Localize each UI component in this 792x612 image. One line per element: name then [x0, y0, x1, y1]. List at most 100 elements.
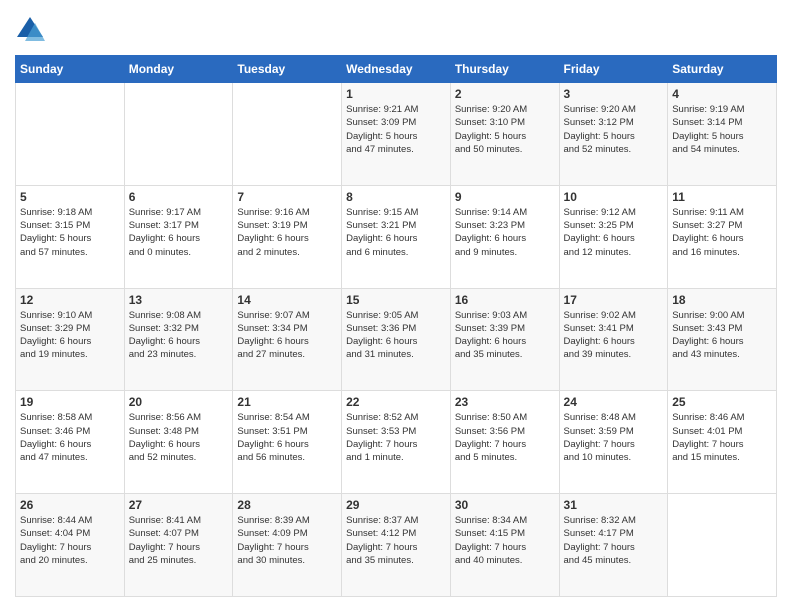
day-number: 31: [564, 498, 664, 512]
calendar-cell: 11 Sunrise: 9:11 AM Sunset: 3:27 PM Dayli…: [668, 185, 777, 288]
weekday-header: Sunday: [16, 56, 125, 83]
day-info: Sunrise: 8:58 AM Sunset: 3:46 PM Dayligh…: [20, 411, 120, 464]
day-number: 23: [455, 395, 555, 409]
calendar-cell: 7Sunrise: 9:16 AM Sunset: 3:19 PM Daylig…: [233, 185, 342, 288]
day-info: Sunrise: 8:37 AM Sunset: 4:12 PM Dayligh…: [346, 514, 446, 567]
calendar-cell: [16, 83, 125, 186]
calendar-cell: 15 Sunrise: 9:05 AM Sunset: 3:36 PM Dayli…: [342, 288, 451, 391]
day-number: 8: [346, 190, 446, 204]
day-info: Sunrise: 9:18 AM Sunset: 3:15 PM Dayligh…: [20, 206, 120, 259]
day-number: 15: [346, 293, 446, 307]
day-number: 13: [129, 293, 229, 307]
day-info: Sunrise: 9:15 AM Sunset: 3:21 PM Dayligh…: [346, 206, 446, 259]
day-number: 16: [455, 293, 555, 307]
calendar-table: SundayMondayTuesdayWednesdayThursdayFrid…: [15, 55, 777, 597]
logo-icon: [15, 15, 45, 45]
calendar-cell: 13 Sunrise: 9:08 AM Sunset: 3:32 PM Dayli…: [124, 288, 233, 391]
day-info: Sunrise: 9:10 AM Sunset: 3:29 PM Dayligh…: [20, 309, 120, 362]
calendar-cell: 23 Sunrise: 8:50 AM Sunset: 3:56 PM Dayli…: [450, 391, 559, 494]
day-info: Sunrise: 9:05 AM Sunset: 3:36 PM Dayligh…: [346, 309, 446, 362]
day-info: Sunrise: 9:20 AM Sunset: 3:12 PM Dayligh…: [564, 103, 664, 156]
page: SundayMondayTuesdayWednesdayThursdayFrid…: [0, 0, 792, 612]
day-number: 20: [129, 395, 229, 409]
weekday-row: SundayMondayTuesdayWednesdayThursdayFrid…: [16, 56, 777, 83]
calendar-cell: 25 Sunrise: 8:46 AM Sunset: 4:01 PM Dayli…: [668, 391, 777, 494]
calendar-cell: 8 Sunrise: 9:15 AM Sunset: 3:21 PM Daylig…: [342, 185, 451, 288]
calendar-cell: 27 Sunrise: 8:41 AM Sunset: 4:07 PM Dayli…: [124, 494, 233, 597]
calendar-cell: 24 Sunrise: 8:48 AM Sunset: 3:59 PM Dayli…: [559, 391, 668, 494]
day-info: Sunrise: 9:20 AM Sunset: 3:10 PM Dayligh…: [455, 103, 555, 156]
day-info: Sunrise: 8:52 AM Sunset: 3:53 PM Dayligh…: [346, 411, 446, 464]
calendar-cell: 20Sunrise: 8:56 AM Sunset: 3:48 PM Dayli…: [124, 391, 233, 494]
weekday-header: Monday: [124, 56, 233, 83]
logo: [15, 15, 49, 45]
day-info: Sunrise: 8:39 AM Sunset: 4:09 PM Dayligh…: [237, 514, 337, 567]
calendar-cell: 31Sunrise: 8:32 AM Sunset: 4:17 PM Dayli…: [559, 494, 668, 597]
calendar-cell: 1 Sunrise: 9:21 AM Sunset: 3:09 PM Daylig…: [342, 83, 451, 186]
day-number: 19: [20, 395, 120, 409]
calendar-body: 1 Sunrise: 9:21 AM Sunset: 3:09 PM Daylig…: [16, 83, 777, 597]
calendar-cell: 17 Sunrise: 9:02 AM Sunset: 3:41 PM Dayli…: [559, 288, 668, 391]
day-info: Sunrise: 8:41 AM Sunset: 4:07 PM Dayligh…: [129, 514, 229, 567]
calendar-cell: 19 Sunrise: 8:58 AM Sunset: 3:46 PM Dayli…: [16, 391, 125, 494]
calendar-cell: 28 Sunrise: 8:39 AM Sunset: 4:09 PM Dayli…: [233, 494, 342, 597]
day-number: 28: [237, 498, 337, 512]
day-info: Sunrise: 9:08 AM Sunset: 3:32 PM Dayligh…: [129, 309, 229, 362]
day-info: Sunrise: 8:44 AM Sunset: 4:04 PM Dayligh…: [20, 514, 120, 567]
calendar-cell: 6Sunrise: 9:17 AM Sunset: 3:17 PM Daylig…: [124, 185, 233, 288]
calendar-cell: 12 Sunrise: 9:10 AM Sunset: 3:29 PM Dayli…: [16, 288, 125, 391]
calendar-cell: 22 Sunrise: 8:52 AM Sunset: 3:53 PM Dayli…: [342, 391, 451, 494]
weekday-header: Tuesday: [233, 56, 342, 83]
day-info: Sunrise: 9:21 AM Sunset: 3:09 PM Dayligh…: [346, 103, 446, 156]
day-number: 17: [564, 293, 664, 307]
weekday-header: Wednesday: [342, 56, 451, 83]
day-info: Sunrise: 8:34 AM Sunset: 4:15 PM Dayligh…: [455, 514, 555, 567]
day-info: Sunrise: 9:00 AM Sunset: 3:43 PM Dayligh…: [672, 309, 772, 362]
calendar-cell: 21 Sunrise: 8:54 AM Sunset: 3:51 PM Dayli…: [233, 391, 342, 494]
calendar-week-row: 12 Sunrise: 9:10 AM Sunset: 3:29 PM Dayli…: [16, 288, 777, 391]
header: [15, 15, 777, 45]
calendar-cell: 2Sunrise: 9:20 AM Sunset: 3:10 PM Daylig…: [450, 83, 559, 186]
calendar-week-row: 1 Sunrise: 9:21 AM Sunset: 3:09 PM Daylig…: [16, 83, 777, 186]
day-info: Sunrise: 8:50 AM Sunset: 3:56 PM Dayligh…: [455, 411, 555, 464]
day-info: Sunrise: 9:02 AM Sunset: 3:41 PM Dayligh…: [564, 309, 664, 362]
day-info: Sunrise: 8:46 AM Sunset: 4:01 PM Dayligh…: [672, 411, 772, 464]
day-number: 5: [20, 190, 120, 204]
calendar-cell: 4Sunrise: 9:19 AM Sunset: 3:14 PM Daylig…: [668, 83, 777, 186]
day-number: 11: [672, 190, 772, 204]
day-number: 29: [346, 498, 446, 512]
day-number: 27: [129, 498, 229, 512]
calendar-cell: 14Sunrise: 9:07 AM Sunset: 3:34 PM Dayli…: [233, 288, 342, 391]
calendar-cell: [124, 83, 233, 186]
day-number: 10: [564, 190, 664, 204]
day-info: Sunrise: 9:07 AM Sunset: 3:34 PM Dayligh…: [237, 309, 337, 362]
calendar-cell: 18Sunrise: 9:00 AM Sunset: 3:43 PM Dayli…: [668, 288, 777, 391]
calendar-cell: [233, 83, 342, 186]
day-info: Sunrise: 9:16 AM Sunset: 3:19 PM Dayligh…: [237, 206, 337, 259]
day-number: 6: [129, 190, 229, 204]
weekday-header: Friday: [559, 56, 668, 83]
calendar-cell: 3 Sunrise: 9:20 AM Sunset: 3:12 PM Daylig…: [559, 83, 668, 186]
calendar-cell: 16 Sunrise: 9:03 AM Sunset: 3:39 PM Dayli…: [450, 288, 559, 391]
calendar-week-row: 26 Sunrise: 8:44 AM Sunset: 4:04 PM Dayli…: [16, 494, 777, 597]
day-info: Sunrise: 9:11 AM Sunset: 3:27 PM Dayligh…: [672, 206, 772, 259]
weekday-header: Thursday: [450, 56, 559, 83]
day-number: 12: [20, 293, 120, 307]
calendar-header: SundayMondayTuesdayWednesdayThursdayFrid…: [16, 56, 777, 83]
day-number: 24: [564, 395, 664, 409]
day-number: 22: [346, 395, 446, 409]
day-info: Sunrise: 8:48 AM Sunset: 3:59 PM Dayligh…: [564, 411, 664, 464]
weekday-header: Saturday: [668, 56, 777, 83]
calendar-cell: 5 Sunrise: 9:18 AM Sunset: 3:15 PM Daylig…: [16, 185, 125, 288]
day-number: 1: [346, 87, 446, 101]
day-info: Sunrise: 9:03 AM Sunset: 3:39 PM Dayligh…: [455, 309, 555, 362]
calendar-cell: 30Sunrise: 8:34 AM Sunset: 4:15 PM Dayli…: [450, 494, 559, 597]
day-number: 21: [237, 395, 337, 409]
calendar-week-row: 5 Sunrise: 9:18 AM Sunset: 3:15 PM Daylig…: [16, 185, 777, 288]
day-number: 25: [672, 395, 772, 409]
day-info: Sunrise: 9:14 AM Sunset: 3:23 PM Dayligh…: [455, 206, 555, 259]
day-number: 3: [564, 87, 664, 101]
calendar-cell: 10Sunrise: 9:12 AM Sunset: 3:25 PM Dayli…: [559, 185, 668, 288]
day-info: Sunrise: 8:54 AM Sunset: 3:51 PM Dayligh…: [237, 411, 337, 464]
day-number: 26: [20, 498, 120, 512]
